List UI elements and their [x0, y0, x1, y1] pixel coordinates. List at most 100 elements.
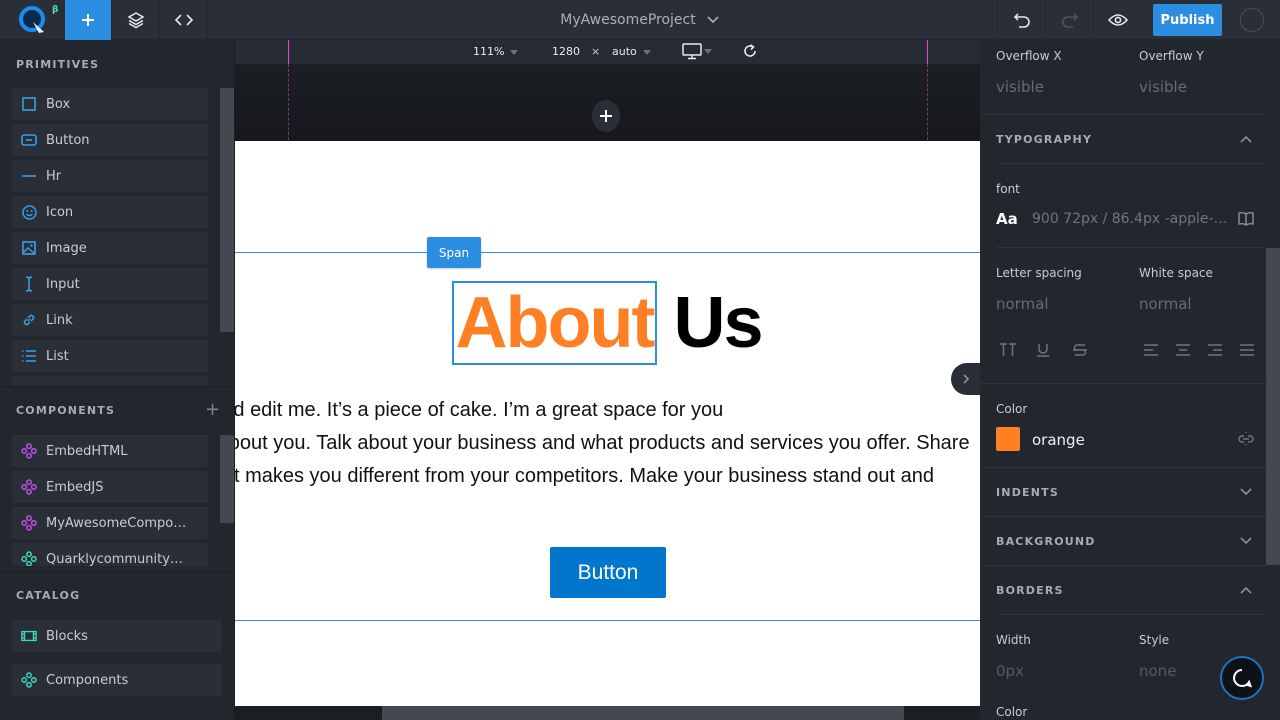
canvas-hscrollbar[interactable]: [382, 706, 904, 720]
indents-title[interactable]: INDENTS: [996, 486, 1059, 499]
selected-span[interactable]: About: [451, 281, 658, 365]
align-right-icon[interactable]: [1207, 344, 1223, 356]
divider: [0, 386, 234, 387]
user-avatar[interactable]: [1240, 8, 1264, 32]
component-icon: [21, 515, 37, 531]
align-left-icon[interactable]: [1143, 344, 1159, 356]
align-justify-icon[interactable]: [1239, 344, 1255, 356]
component-quarklycommunity[interactable]: Quarklycommunity…: [12, 543, 208, 566]
add-section-button[interactable]: [592, 100, 620, 132]
primitive-box[interactable]: Box: [12, 88, 208, 120]
selected-element-tag[interactable]: Span: [427, 237, 481, 268]
primitive-hr[interactable]: Hr: [12, 160, 208, 192]
breakpoint-guide-right: [927, 40, 928, 64]
separator: [980, 516, 1266, 517]
borders-title[interactable]: BORDERS: [996, 584, 1064, 597]
component-icon: [21, 479, 37, 495]
page-preview: Span About Us Click here to add your own…: [235, 141, 980, 706]
page-heading[interactable]: About Us: [235, 275, 980, 371]
zoom-select[interactable]: 111%: [473, 45, 519, 58]
letter-spacing-label: Letter spacing: [996, 266, 1082, 280]
chevron-up-icon[interactable]: [1238, 131, 1254, 147]
canvas: 111% 1280 × auto Span About Us Click her…: [235, 40, 980, 720]
beta-badge: β: [52, 5, 59, 15]
community-component-icon: [21, 551, 37, 566]
primitive-icon[interactable]: Icon: [12, 196, 208, 228]
uppercase-icon[interactable]: [999, 343, 1017, 357]
layers-button[interactable]: [112, 0, 160, 40]
plus-icon: [600, 110, 612, 122]
publish-button[interactable]: Publish: [1153, 4, 1222, 36]
overflow-y-value[interactable]: visible: [1139, 78, 1187, 96]
redo-button[interactable]: [1045, 0, 1093, 40]
primitive-label: List: [46, 348, 69, 364]
page-paragraph[interactable]: Click here to add your own text and edit…: [235, 394, 980, 493]
border-style-value[interactable]: none: [1139, 662, 1176, 680]
properties-scrollbar[interactable]: [1266, 248, 1280, 565]
topbar-right: Publish: [997, 0, 1280, 40]
component-embedjs[interactable]: EmbedJS: [12, 471, 208, 503]
chat-support-button[interactable]: [1220, 656, 1264, 700]
color-value[interactable]: orange: [1032, 431, 1085, 449]
preview-button[interactable]: [1093, 0, 1141, 40]
primitive-label: Box: [46, 96, 71, 112]
primitive-link[interactable]: Link: [12, 304, 208, 336]
app-window: β MyAwesomeProject Publish PRIMITIVES Bo…: [0, 0, 1280, 720]
white-space-value[interactable]: normal: [1139, 295, 1192, 313]
chevron-up-icon[interactable]: [1238, 582, 1254, 598]
catalog-blocks[interactable]: Blocks: [12, 620, 222, 652]
reload-icon: [744, 44, 756, 57]
underline-icon[interactable]: [1036, 343, 1050, 357]
project-name[interactable]: MyAwesomeProject: [560, 12, 695, 28]
primitive-button[interactable]: Button: [12, 124, 208, 156]
chevron-down-icon[interactable]: [1238, 533, 1254, 549]
divider: [0, 571, 234, 572]
primitive-partial[interactable]: [12, 376, 208, 386]
book-icon[interactable]: [1238, 211, 1254, 226]
font-value[interactable]: 900 72px / 86.4px -apple-…: [1032, 211, 1228, 227]
reload-button[interactable]: [742, 43, 758, 62]
unlink-icon[interactable]: [1238, 431, 1254, 447]
catalog-components[interactable]: Components: [12, 664, 222, 696]
letter-spacing-value[interactable]: normal: [996, 295, 1049, 313]
hr-icon: [21, 168, 37, 184]
undo-button[interactable]: [997, 0, 1045, 40]
collapse-panel-button[interactable]: [951, 363, 980, 395]
align-center-icon[interactable]: [1175, 344, 1191, 356]
blocks-icon: [21, 628, 37, 644]
width-field[interactable]: 1280: [552, 45, 580, 58]
component-embedhtml[interactable]: EmbedHTML: [12, 435, 208, 467]
color-label: Color: [996, 402, 1028, 416]
desktop-icon: [682, 43, 702, 60]
components-scrollbar[interactable]: [220, 435, 234, 523]
chevron-down-icon[interactable]: [1238, 484, 1254, 500]
separator: [996, 614, 1266, 615]
chevron-down-icon[interactable]: [706, 15, 720, 25]
primitives-scrollbar[interactable]: [220, 88, 234, 332]
component-label: Quarklycommunity…: [46, 551, 183, 567]
code-button[interactable]: [160, 0, 208, 40]
primitive-list[interactable]: List: [12, 340, 208, 372]
height-select[interactable]: auto: [612, 45, 651, 58]
overflow-x-value[interactable]: visible: [996, 78, 1044, 96]
border-width-value[interactable]: 0px: [996, 662, 1024, 680]
device-select[interactable]: [682, 43, 712, 60]
component-icon: [21, 443, 37, 459]
height-value: auto: [612, 45, 637, 58]
paragraph-line: to tell a story and let your users know …: [235, 432, 970, 454]
add-component-button[interactable]: +: [205, 401, 220, 419]
page-button[interactable]: Button: [550, 547, 666, 598]
add-element-button[interactable]: [65, 0, 112, 40]
eye-icon: [1107, 14, 1128, 26]
quarkly-logo[interactable]: β: [0, 0, 65, 40]
border-width-label: Width: [996, 633, 1031, 647]
primitive-image[interactable]: Image: [12, 232, 208, 264]
typography-title[interactable]: TYPOGRAPHY: [996, 133, 1092, 146]
strikethrough-icon[interactable]: [1072, 343, 1088, 357]
background-title[interactable]: BACKGROUND: [996, 535, 1096, 548]
primitive-input[interactable]: Input: [12, 268, 208, 300]
primitive-label: Link: [46, 312, 73, 328]
primitive-label: Button: [46, 132, 90, 148]
color-swatch[interactable]: [996, 427, 1020, 451]
component-myawesomecomponent[interactable]: MyAwesomeCompo…: [12, 507, 208, 539]
